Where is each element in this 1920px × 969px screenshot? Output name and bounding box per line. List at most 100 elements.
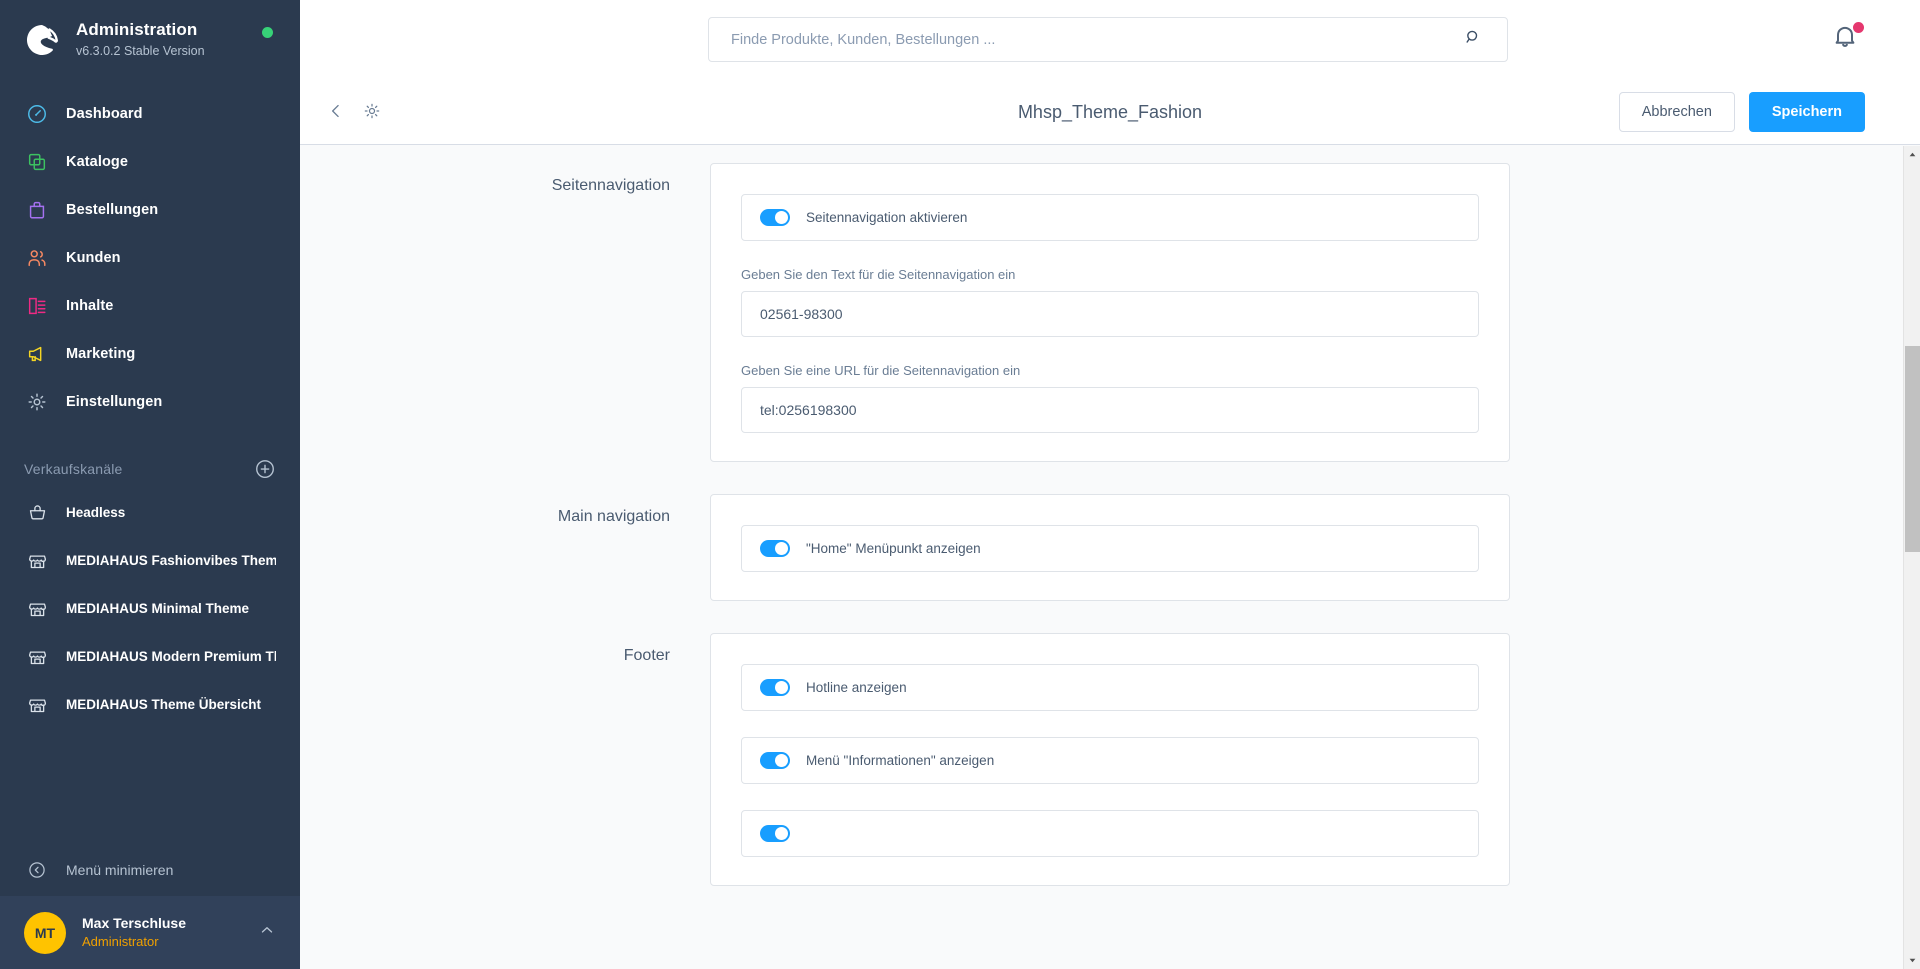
customers-icon bbox=[24, 245, 50, 271]
toggle-switch-on[interactable] bbox=[760, 540, 790, 557]
toggle-label: Menü "Informationen" anzeigen bbox=[806, 753, 994, 768]
toggle-switch-on[interactable] bbox=[760, 209, 790, 226]
smart-bar-actions: Abbrechen Speichern bbox=[1619, 92, 1865, 132]
sidebar-sales-channel-fashionvibes[interactable]: MEDIAHAUS Fashionvibes Theme bbox=[0, 536, 300, 584]
theme-config-form: Seitennavigation Seitennavigation aktivi… bbox=[300, 145, 1920, 886]
section-label: Main navigation bbox=[300, 494, 710, 601]
sidebar-item-marketing[interactable]: Marketing bbox=[0, 330, 300, 378]
global-search bbox=[708, 17, 1508, 62]
content-scroll-area: Seitennavigation Seitennavigation aktivi… bbox=[300, 145, 1920, 969]
sidebar-item-kunden[interactable]: Kunden bbox=[0, 234, 300, 282]
sidebar-sales-channel-label: MEDIAHAUS Minimal Theme bbox=[66, 601, 249, 616]
sidebar-sales-channel-minimal[interactable]: MEDIAHAUS Minimal Theme bbox=[0, 584, 300, 632]
sidebar-sales-channel-uebersicht[interactable]: MEDIAHAUS Theme Übersicht bbox=[0, 680, 300, 728]
sidebar-nav: Dashboard Kataloge Be bbox=[0, 68, 300, 844]
sidebar-footer: Menü minimieren MT Max Terschluse Admini… bbox=[0, 844, 300, 969]
sidebar-spacer bbox=[0, 426, 300, 450]
toggle-home-menuepunkt-anzeigen[interactable]: "Home" Menüpunkt anzeigen bbox=[741, 525, 1479, 572]
storefront-icon bbox=[24, 547, 50, 573]
toggle-switch-on[interactable] bbox=[760, 825, 790, 842]
collapse-left-icon bbox=[24, 857, 50, 883]
sidebar-item-bestellungen[interactable]: Bestellungen bbox=[0, 186, 300, 234]
storefront-icon bbox=[24, 691, 50, 717]
storefront-icon bbox=[24, 643, 50, 669]
sidebar-item-dashboard[interactable]: Dashboard bbox=[0, 90, 300, 138]
user-account-button[interactable]: MT Max Terschluse Administrator bbox=[0, 896, 300, 969]
sidebar-section-label: Verkaufskanäle bbox=[24, 461, 123, 477]
basket-icon bbox=[24, 499, 50, 525]
sidebar-brand-title: Administration bbox=[76, 20, 205, 40]
sidebar-item-label: Dashboard bbox=[66, 106, 143, 122]
section-label: Seitennavigation bbox=[300, 163, 710, 462]
field-seitennavigation-text: Geben Sie den Text für die Seitennavigat… bbox=[741, 267, 1479, 337]
toggle-menue-informationen-anzeigen[interactable]: Menü "Informationen" anzeigen bbox=[741, 737, 1479, 784]
gear-icon[interactable] bbox=[362, 101, 384, 123]
sidebar-item-einstellungen[interactable]: Einstellungen bbox=[0, 378, 300, 426]
field-seitennavigation-url: Geben Sie eine URL für die Seitennavigat… bbox=[741, 363, 1479, 433]
toggle-hotline-anzeigen[interactable]: Hotline anzeigen bbox=[741, 664, 1479, 711]
search-icon[interactable] bbox=[1463, 27, 1485, 52]
field-label: Geben Sie eine URL für die Seitennavigat… bbox=[741, 363, 1479, 378]
scroll-down-arrow[interactable] bbox=[1904, 952, 1920, 969]
settings-gear-icon bbox=[24, 389, 50, 415]
smart-bar: Mhsp_Theme_Fashion Abbrechen Speichern bbox=[300, 80, 1920, 145]
minimize-menu-button[interactable]: Menü minimieren bbox=[0, 844, 300, 896]
catalogs-icon bbox=[24, 149, 50, 175]
section-card: Hotline anzeigen Menü "Informationen" an… bbox=[710, 633, 1510, 886]
toggle-label: Seitennavigation aktivieren bbox=[806, 210, 967, 225]
cancel-button[interactable]: Abbrechen bbox=[1619, 92, 1735, 132]
search-box[interactable] bbox=[708, 17, 1508, 62]
sidebar-item-kataloge[interactable]: Kataloge bbox=[0, 138, 300, 186]
sidebar-sales-channel-headless[interactable]: Headless bbox=[0, 488, 300, 536]
toggle-seitennavigation-aktivieren[interactable]: Seitennavigation aktivieren bbox=[741, 194, 1479, 241]
scrollbar-thumb[interactable] bbox=[1905, 346, 1920, 552]
search-input[interactable] bbox=[731, 32, 1453, 48]
vertical-scrollbar[interactable] bbox=[1903, 146, 1920, 969]
scroll-up-arrow[interactable] bbox=[1904, 146, 1920, 163]
dashboard-icon bbox=[24, 101, 50, 127]
shopware-logo-icon bbox=[24, 22, 60, 58]
content-icon bbox=[24, 293, 50, 319]
minimize-menu-label: Menü minimieren bbox=[66, 862, 173, 878]
sidebar-sales-channel-label: MEDIAHAUS Fashionvibes Theme bbox=[66, 553, 276, 568]
sidebar-item-label: Kunden bbox=[66, 250, 121, 266]
notifications-button[interactable] bbox=[1831, 22, 1865, 56]
toggle-switch-on[interactable] bbox=[760, 752, 790, 769]
notification-badge-dot bbox=[1853, 22, 1864, 33]
plus-circle-icon[interactable] bbox=[254, 458, 276, 480]
sidebar-sales-channel-label: Headless bbox=[66, 505, 125, 520]
sidebar-sales-channel-modern-premium[interactable]: MEDIAHAUS Modern Premium Theme bbox=[0, 632, 300, 680]
save-button[interactable]: Speichern bbox=[1749, 92, 1865, 132]
sidebar-brand-version: v6.3.0.2 Stable Version bbox=[76, 42, 205, 60]
sidebar-item-label: Inhalte bbox=[66, 298, 113, 314]
sidebar-brand[interactable]: Administration v6.3.0.2 Stable Version bbox=[0, 0, 300, 68]
sidebar-item-label: Bestellungen bbox=[66, 202, 158, 218]
section-main-navigation: Main navigation "Home" Menüpunkt anzeige… bbox=[300, 494, 1920, 601]
sidebar-item-inhalte[interactable]: Inhalte bbox=[0, 282, 300, 330]
triangle-down-icon bbox=[1908, 956, 1917, 965]
toggle-label: "Home" Menüpunkt anzeigen bbox=[806, 541, 981, 556]
sidebar-item-label: Marketing bbox=[66, 346, 135, 362]
section-footer: Footer Hotline anzeigen Menü "Informatio… bbox=[300, 633, 1920, 886]
seitennavigation-text-input[interactable] bbox=[741, 291, 1479, 337]
triangle-up-icon bbox=[1908, 150, 1917, 159]
marketing-icon bbox=[24, 341, 50, 367]
section-card: "Home" Menüpunkt anzeigen bbox=[710, 494, 1510, 601]
toggle-partial-row[interactable] bbox=[741, 810, 1479, 857]
section-label: Footer bbox=[300, 633, 710, 886]
user-role: Administrator bbox=[82, 933, 258, 951]
section-seitennavigation: Seitennavigation Seitennavigation aktivi… bbox=[300, 163, 1920, 462]
status-indicator-dot bbox=[262, 27, 273, 38]
sidebar: Administration v6.3.0.2 Stable Version D… bbox=[0, 0, 300, 969]
seitennavigation-url-input[interactable] bbox=[741, 387, 1479, 433]
sidebar-item-label: Einstellungen bbox=[66, 394, 162, 410]
chevron-left-icon[interactable] bbox=[326, 101, 348, 123]
toggle-switch-on[interactable] bbox=[760, 679, 790, 696]
topbar bbox=[300, 0, 1920, 80]
main-area: Mhsp_Theme_Fashion Abbrechen Speichern S… bbox=[300, 0, 1920, 969]
storefront-icon bbox=[24, 595, 50, 621]
sidebar-sales-channel-label: MEDIAHAUS Theme Übersicht bbox=[66, 697, 261, 712]
user-name: Max Terschluse bbox=[82, 914, 258, 933]
orders-icon bbox=[24, 197, 50, 223]
chevron-up-icon[interactable] bbox=[258, 921, 276, 944]
